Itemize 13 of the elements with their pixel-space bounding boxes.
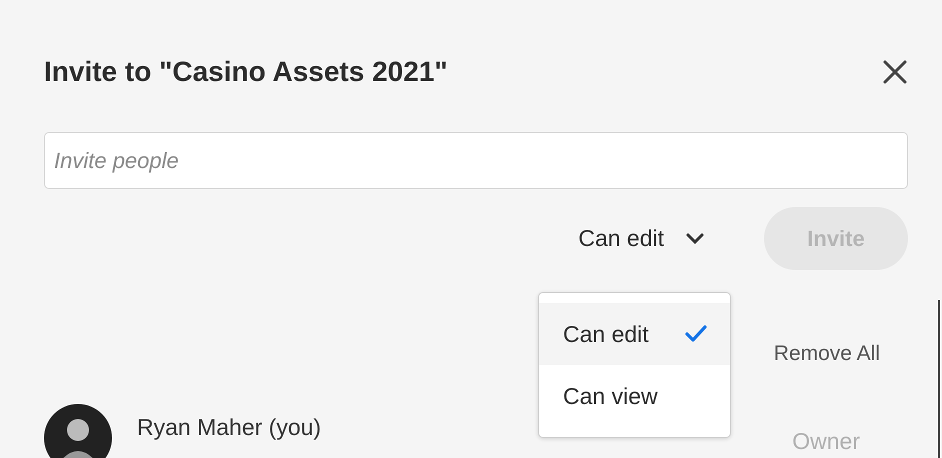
menu-item[interactable]: Can edit xyxy=(539,303,730,365)
dialog-title: Invite to "Casino Assets 2021" xyxy=(44,56,448,88)
close-icon[interactable] xyxy=(882,59,908,85)
chevron-icon xyxy=(686,232,704,244)
permission-dropdown[interactable]: Can edit xyxy=(578,225,704,252)
avatar xyxy=(44,404,112,458)
menu-item[interactable]: Can view xyxy=(539,365,730,427)
member-name: Ryan Maher (you) xyxy=(137,414,322,441)
remove-all-link[interactable]: Remove All xyxy=(774,342,880,366)
invite-field[interactable]: Invite people xyxy=(44,132,908,189)
member-role: Owner xyxy=(792,428,860,455)
checkmark-icon xyxy=(684,324,708,344)
scrollbar[interactable] xyxy=(938,300,940,458)
